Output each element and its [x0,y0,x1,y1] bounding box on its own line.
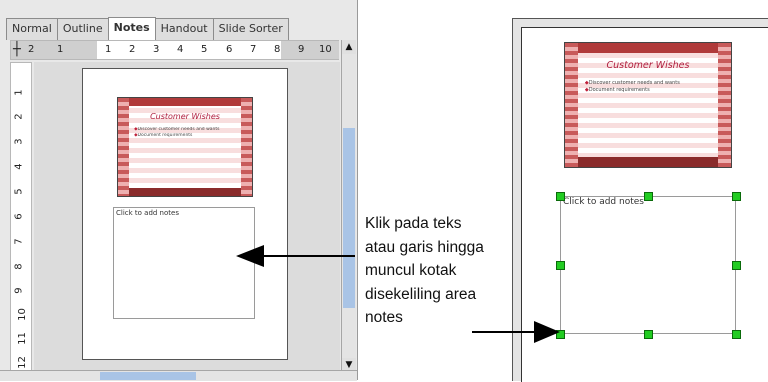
vruler-number: 8 [13,263,25,270]
vruler-number: 1 [13,89,25,96]
hruler-number: 6 [226,44,233,55]
selection-handle-bottom-left[interactable] [556,330,565,339]
hruler-number: 3 [153,44,160,55]
tab-notes[interactable]: Notes [107,17,156,41]
hruler-number: 2 [28,44,35,55]
horizontal-scrollbar[interactable] [0,370,357,381]
vruler-number: 3 [13,138,25,145]
slide-bullet: Document requirements [134,133,236,139]
zoomed-notes-text-box[interactable]: Click to add notes [560,196,736,334]
horizontal-ruler[interactable]: ┼ 2 1 1 2 3 4 5 6 7 8 9 10 [10,40,339,60]
hruler-number: 10 [319,44,332,55]
callout-line: disekeliling area [365,285,477,303]
callout-line: Klik pada teks [365,215,462,232]
zoomed-slide-thumbnail[interactable]: Customer Wishes Discover customer needs … [564,42,732,168]
horizontal-scroll-thumb[interactable] [100,372,196,380]
slide-title: Customer Wishes [150,111,220,121]
selection-handle-bottom[interactable] [644,330,653,339]
notes-view-window: Normal Outline Notes Handout Slide Sorte… [0,0,358,381]
ruler-margin-left [11,41,97,59]
callout-line: notes [365,309,403,326]
selection-handle-top-right[interactable] [732,192,741,201]
vruler-number: 2 [13,113,25,120]
zoomed-slide-title: Customer Wishes [606,60,690,72]
instruction-callout: Klik pada teks atau garis hingga muncul … [365,212,520,330]
hruler-number: 2 [129,44,136,55]
hruler-number: 9 [298,44,305,55]
selection-handle-bottom-right[interactable] [732,330,741,339]
vruler-number: 11 [16,332,28,345]
vertical-ruler[interactable]: 1 2 3 4 5 6 7 8 9 10 11 12 [10,62,32,372]
zoomed-slide-bullet: Discover customer needs and wants [585,80,711,87]
selection-handle-top[interactable] [644,192,653,201]
vruler-number: 7 [13,238,25,245]
vruler-number: 10 [16,308,28,321]
vruler-number: 5 [13,188,25,195]
hruler-number: 7 [250,44,257,55]
vruler-number: 6 [13,213,25,220]
hruler-number: 8 [274,44,281,55]
vruler-number: 9 [13,287,25,294]
selection-handle-left[interactable] [556,261,565,270]
notes-placeholder: Click to add notes [116,209,179,217]
hruler-number: 5 [201,44,208,55]
zoomed-notes-placeholder: Click to add notes [563,197,644,207]
slide-thumbnail[interactable]: Customer Wishes Discover customer needs … [117,97,253,197]
selection-handle-right[interactable] [732,261,741,270]
vruler-number: 12 [16,356,28,369]
hruler-number: 1 [105,44,112,55]
zoomed-slide-bullet-list: Discover customer needs and wants Docume… [585,80,711,94]
hruler-number: 1 [57,44,64,55]
zoomed-notes-page: Customer Wishes Discover customer needs … [521,27,768,382]
tab-stop-icon[interactable]: ┼ [13,42,21,57]
selection-handle-top-left[interactable] [556,192,565,201]
vruler-number: 4 [13,163,25,170]
vertical-scroll-thumb[interactable] [343,128,355,308]
scroll-up-icon[interactable]: ▲ [342,40,356,54]
view-tabs: Normal Outline Notes Handout Slide Sorte… [6,17,289,41]
hruler-number: 4 [177,44,184,55]
callout-line: atau garis hingga [365,238,484,256]
notes-text-box[interactable]: Click to add notes [113,207,255,319]
tab-normal[interactable]: Normal [6,18,58,40]
tab-outline[interactable]: Outline [56,18,109,40]
callout-line: muncul kotak [365,262,457,279]
tab-slide-sorter[interactable]: Slide Sorter [212,18,289,40]
slide-bullet-list: Discover customer needs and wants Docume… [134,127,236,139]
tab-handout[interactable]: Handout [154,18,214,40]
zoomed-slide-bullet: Document requirements [585,87,711,94]
notes-canvas: Customer Wishes Discover customer needs … [34,62,340,370]
notes-page: Customer Wishes Discover customer needs … [82,68,288,360]
vertical-scrollbar[interactable]: ▲ ▼ [341,40,356,372]
zoomed-notes-window: Customer Wishes Discover customer needs … [512,18,768,382]
